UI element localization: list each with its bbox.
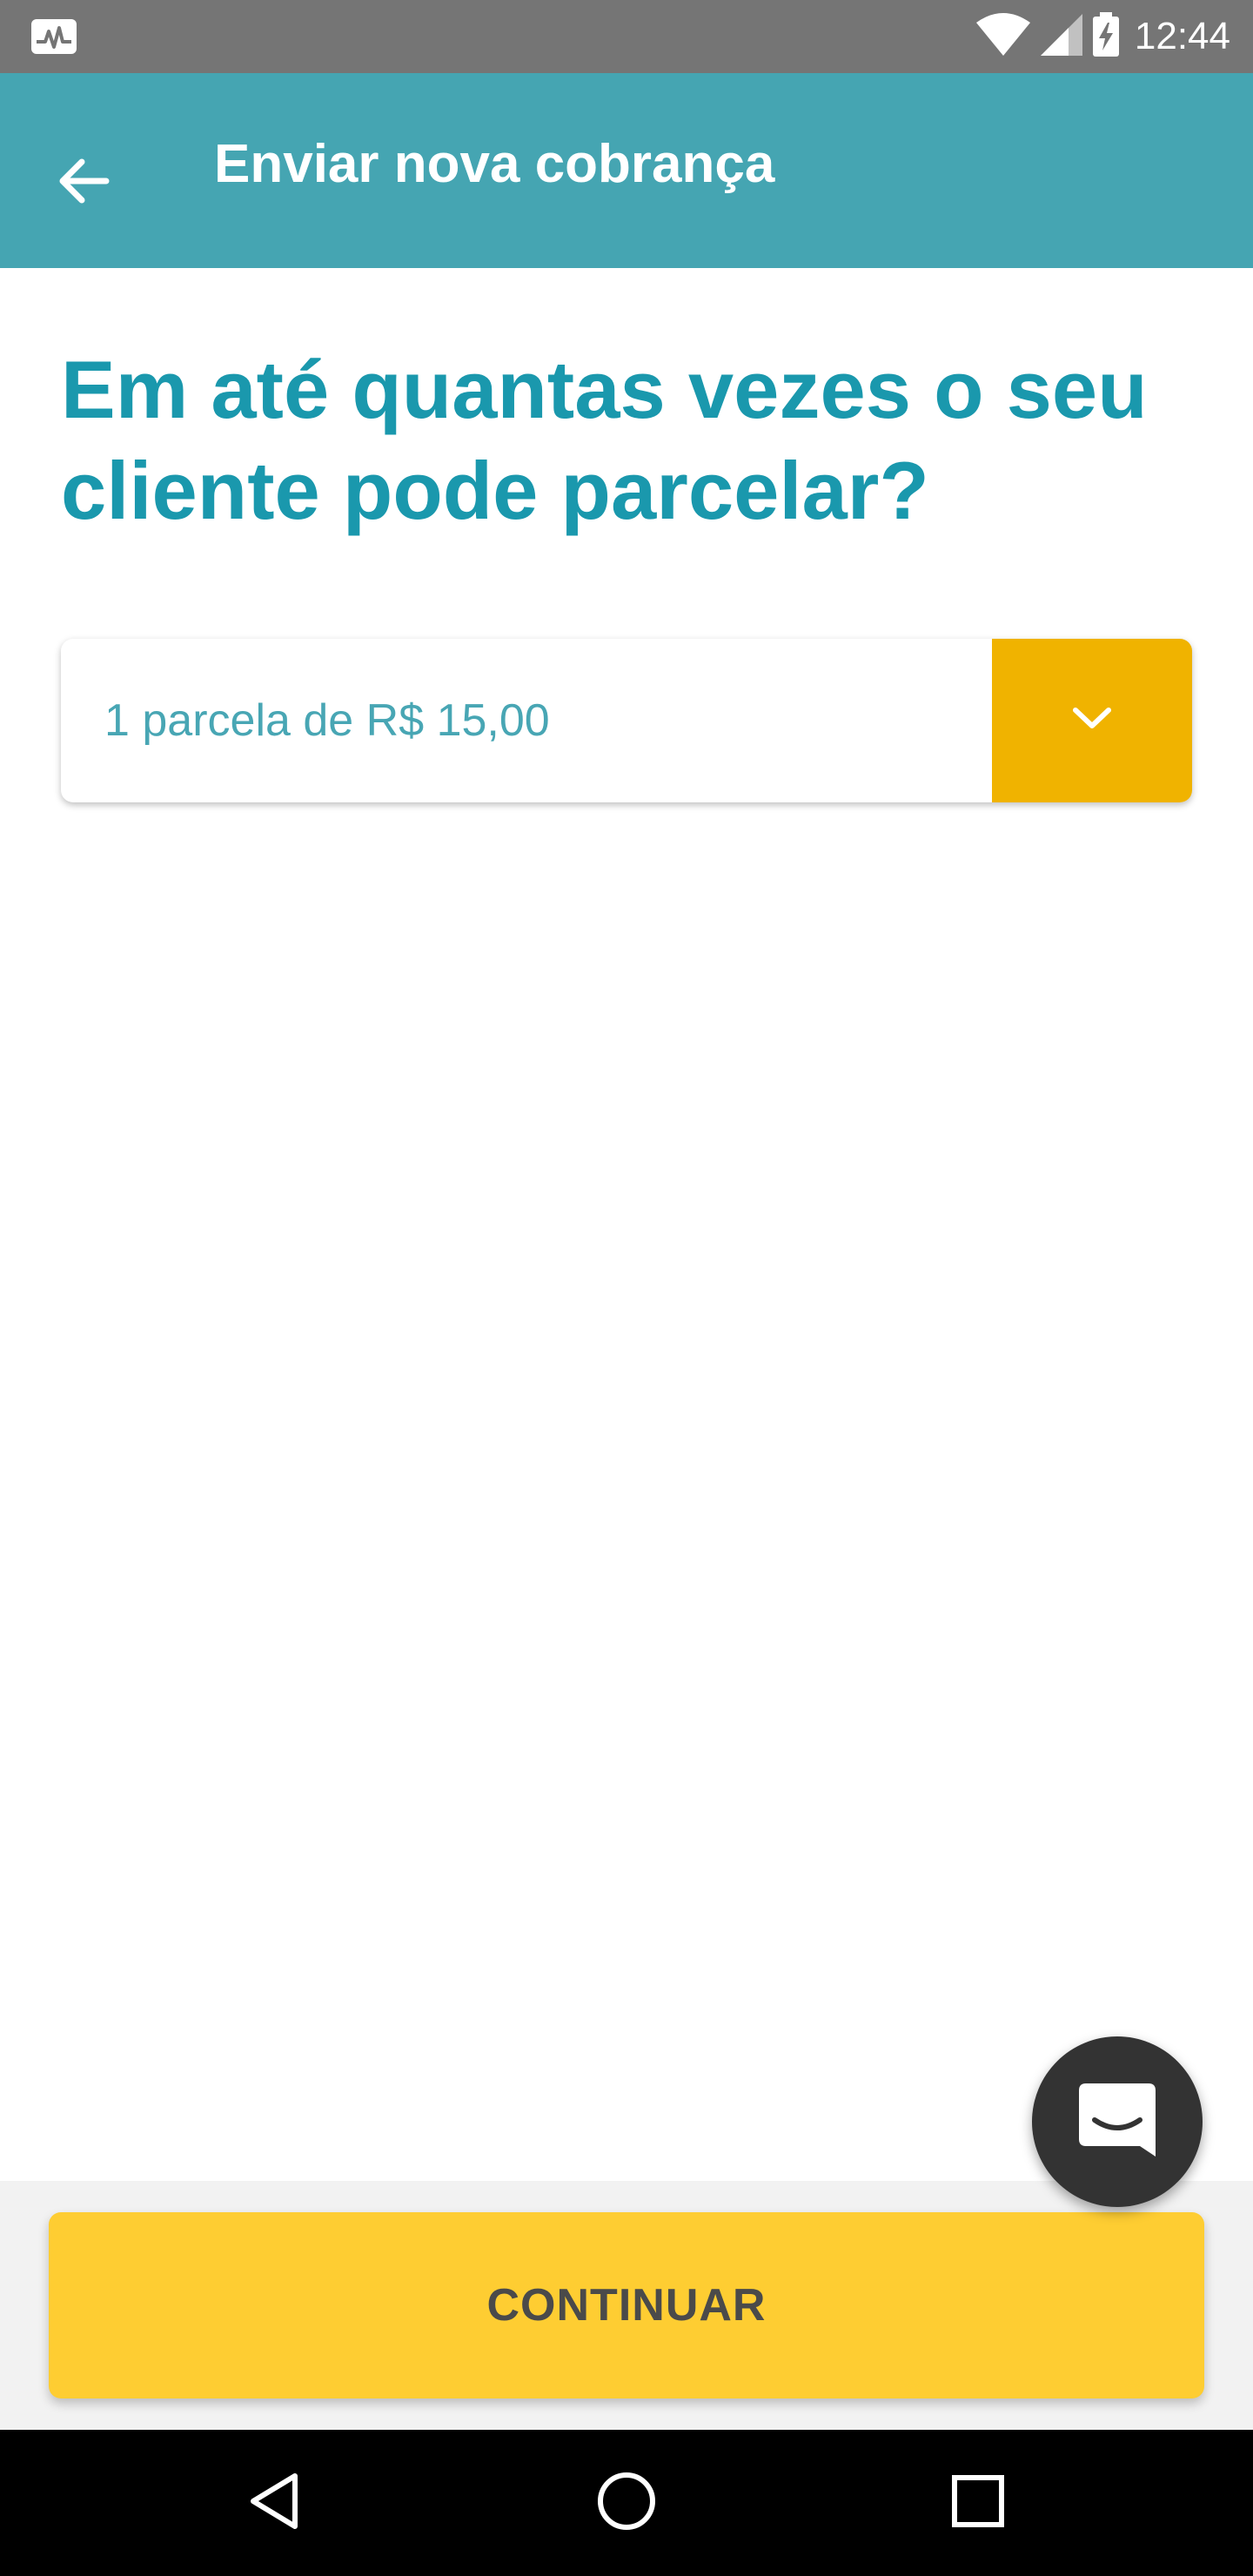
- status-clock: 12:44: [1134, 15, 1230, 57]
- nav-recents-button[interactable]: [926, 2451, 1030, 2555]
- back-triangle-icon: [245, 2471, 305, 2536]
- page-title: Enviar nova cobrança: [214, 134, 775, 194]
- status-bar: 12:44: [0, 0, 1253, 73]
- wifi-icon: [975, 12, 1032, 62]
- chat-bubble-icon: [1074, 2076, 1161, 2168]
- chat-fab-button[interactable]: [1032, 2036, 1203, 2207]
- installments-selected-value: 1 parcela de R$ 15,00: [104, 695, 550, 746]
- installments-dropdown-toggle[interactable]: [992, 639, 1192, 802]
- activity-app-icon: [30, 17, 78, 56]
- nav-back-button[interactable]: [223, 2451, 327, 2555]
- installments-select[interactable]: 1 parcela de R$ 15,00: [61, 639, 1192, 802]
- nav-home-button[interactable]: [574, 2451, 679, 2555]
- continue-button[interactable]: CONTINUAR: [49, 2212, 1204, 2398]
- battery-charging-icon: [1091, 11, 1121, 62]
- app-bar: Enviar nova cobrança: [0, 73, 1253, 268]
- back-button[interactable]: [35, 134, 132, 231]
- cell-signal-icon: [1039, 12, 1084, 62]
- system-nav-bar: [0, 2430, 1253, 2576]
- installments-question: Em até quantas vezes o seu cliente pode …: [61, 344, 1148, 536]
- chevron-down-icon: [1070, 705, 1114, 737]
- home-circle-icon: [595, 2470, 658, 2537]
- arrow-back-icon: [56, 153, 111, 213]
- status-icons: 12:44: [975, 11, 1230, 62]
- recents-square-icon: [950, 2473, 1006, 2533]
